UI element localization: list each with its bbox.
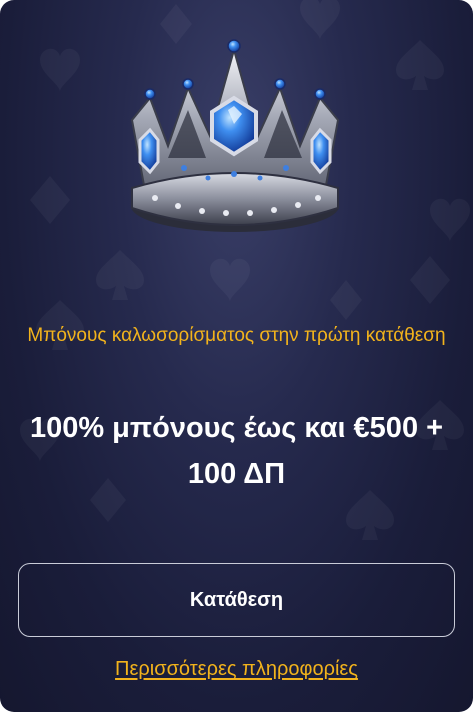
crown-icon [130,39,340,232]
promo-card: Μπόνους καλωσορίσματος στην πρώτη κατάθε… [0,0,473,712]
promo-title: 100% μπόνους έως και €500 + 100 ΔΠ [29,412,444,490]
promo-subtitle: Μπόνους καλωσορίσματος στην πρώτη κατάθε… [27,325,446,346]
deposit-button[interactable]: Κατάθεση [18,563,455,637]
more-info-link[interactable]: Περισσότερες πληροφορίες [0,658,473,681]
